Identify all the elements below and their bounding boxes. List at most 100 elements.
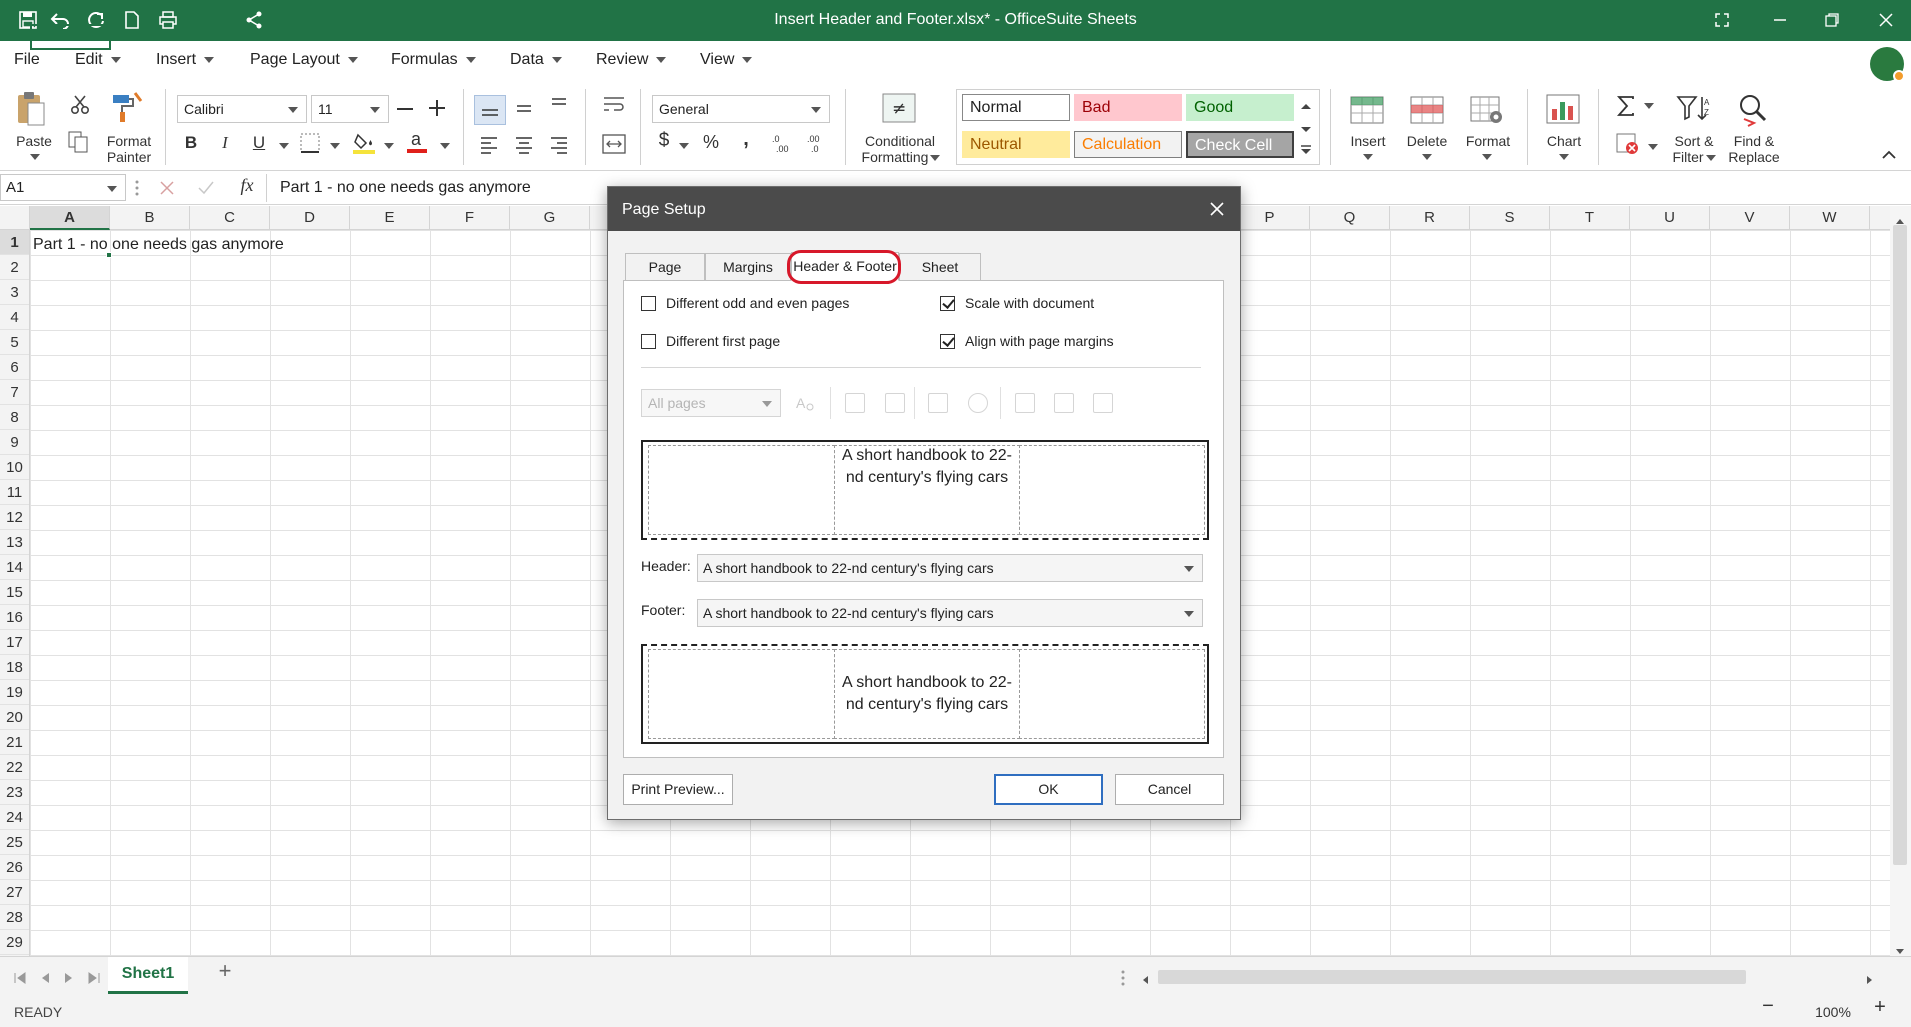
- row-header-12[interactable]: 12: [0, 505, 29, 530]
- column-header-f[interactable]: F: [430, 206, 510, 230]
- insert-cells-icon[interactable]: [1350, 93, 1384, 129]
- increase-font-icon[interactable]: [428, 99, 446, 121]
- row-header-5[interactable]: 5: [0, 330, 29, 355]
- chevron-down-icon[interactable]: [679, 143, 689, 149]
- menu-review[interactable]: Review: [596, 51, 667, 69]
- selected-cell-a1[interactable]: [30, 24, 111, 50]
- column-header-p[interactable]: P: [1230, 206, 1310, 230]
- ok-button[interactable]: OK: [994, 774, 1103, 805]
- row-header-28[interactable]: 28: [0, 905, 29, 930]
- column-header-c[interactable]: C: [190, 206, 270, 230]
- zoom-in-button[interactable]: +: [1872, 997, 1888, 1017]
- format-painter-label[interactable]: Format: [102, 133, 156, 149]
- header-right-section[interactable]: [1019, 445, 1205, 535]
- align-left-icon[interactable]: [479, 135, 499, 159]
- cancel-button[interactable]: Cancel: [1115, 774, 1224, 805]
- minimize-icon[interactable]: [1768, 8, 1792, 32]
- chart-icon[interactable]: [1546, 93, 1580, 129]
- fill-handle[interactable]: [106, 252, 112, 258]
- style-calculation[interactable]: Calculation: [1074, 131, 1182, 158]
- format-cells-button[interactable]: Format: [1462, 133, 1514, 149]
- chevron-down-icon[interactable]: [1422, 154, 1432, 160]
- fill-color-icon[interactable]: [352, 131, 376, 159]
- styles-scroll-down-icon[interactable]: [1300, 121, 1312, 138]
- row-header-8[interactable]: 8: [0, 405, 29, 430]
- decrease-decimal-icon[interactable]: .00.0: [805, 133, 829, 157]
- font-size-select[interactable]: 11: [311, 95, 389, 123]
- collapse-ribbon-icon[interactable]: [1882, 147, 1896, 164]
- column-header-q[interactable]: Q: [1310, 206, 1390, 230]
- menu-view[interactable]: View: [700, 51, 753, 69]
- chevron-down-icon[interactable]: [1706, 155, 1716, 161]
- row-header-10[interactable]: 10: [0, 455, 29, 480]
- chevron-down-icon[interactable]: [1644, 103, 1654, 109]
- tab-page[interactable]: Page: [625, 253, 705, 281]
- row-header-18[interactable]: 18: [0, 655, 29, 680]
- number-format-select[interactable]: General: [652, 95, 830, 123]
- column-header-e[interactable]: E: [350, 206, 430, 230]
- close-icon[interactable]: [1204, 196, 1230, 222]
- scroll-right-icon[interactable]: [1866, 972, 1873, 989]
- insert-function-button[interactable]: fx: [236, 176, 258, 194]
- comma-style-button[interactable]: ,: [738, 129, 754, 149]
- menu-page-layout[interactable]: Page Layout: [250, 51, 358, 69]
- column-header-a[interactable]: A: [30, 206, 110, 230]
- style-neutral[interactable]: Neutral: [962, 131, 1070, 158]
- italic-button[interactable]: I: [216, 134, 234, 151]
- find-replace-label[interactable]: Find &: [1726, 133, 1782, 149]
- chevron-down-icon[interactable]: [930, 155, 940, 161]
- row-header-3[interactable]: 3: [0, 280, 29, 305]
- column-header-w[interactable]: W: [1790, 206, 1870, 230]
- print-preview-button[interactable]: Print Preview...: [623, 774, 733, 805]
- next-sheet-icon[interactable]: [64, 971, 74, 988]
- row-header-6[interactable]: 6: [0, 355, 29, 380]
- chevron-down-icon[interactable]: [330, 143, 340, 149]
- paste-icon[interactable]: [16, 91, 46, 131]
- delete-cells-button[interactable]: Delete: [1402, 133, 1452, 149]
- sort-filter-label[interactable]: Sort &: [1666, 133, 1722, 149]
- zoom-out-button[interactable]: −: [1760, 996, 1776, 1016]
- align-center-icon[interactable]: [514, 135, 534, 159]
- row-header-25[interactable]: 25: [0, 830, 29, 855]
- chevron-down-icon[interactable]: [30, 154, 40, 160]
- chevron-down-icon[interactable]: [1363, 154, 1373, 160]
- first-page-checkbox[interactable]: Different first page: [641, 333, 780, 349]
- underline-button[interactable]: U: [250, 134, 268, 151]
- row-header-27[interactable]: 27: [0, 880, 29, 905]
- chevron-down-icon[interactable]: [440, 143, 450, 149]
- drag-handle-icon[interactable]: [1120, 969, 1126, 991]
- insert-cells-button[interactable]: Insert: [1346, 133, 1390, 149]
- header-select[interactable]: A short handbook to 22-nd century's flyi…: [697, 554, 1203, 582]
- menu-edit[interactable]: Edit: [75, 51, 121, 69]
- align-middle-icon[interactable]: [514, 99, 534, 123]
- row-header-24[interactable]: 24: [0, 805, 29, 830]
- menu-insert[interactable]: Insert: [156, 51, 215, 69]
- align-bottom-icon[interactable]: [549, 95, 569, 119]
- name-box[interactable]: A1: [0, 174, 126, 201]
- checkbox-box-checked[interactable]: [940, 295, 955, 311]
- row-header-17[interactable]: 17: [0, 630, 29, 655]
- chevron-down-icon[interactable]: [279, 143, 289, 149]
- wrap-text-icon[interactable]: [602, 95, 626, 119]
- select-all-corner[interactable]: [0, 206, 30, 230]
- tab-sheet[interactable]: Sheet: [899, 253, 981, 281]
- chevron-down-icon[interactable]: [1648, 144, 1658, 150]
- delete-cells-icon[interactable]: [1410, 93, 1444, 129]
- scroll-left-icon[interactable]: [1142, 972, 1149, 989]
- chevron-down-icon[interactable]: [1559, 154, 1569, 160]
- zoom-level[interactable]: 100%: [1812, 1004, 1854, 1020]
- row-header-22[interactable]: 22: [0, 755, 29, 780]
- odd-even-checkbox[interactable]: Different odd and even pages: [641, 295, 849, 311]
- vertical-scroll-thumb[interactable]: [1893, 225, 1907, 865]
- find-replace-label-2[interactable]: Replace: [1724, 149, 1784, 165]
- column-header-d[interactable]: D: [270, 206, 350, 230]
- tab-margins[interactable]: Margins: [705, 253, 791, 281]
- styles-more-icon[interactable]: [1300, 143, 1312, 160]
- row-header-14[interactable]: 14: [0, 555, 29, 580]
- last-sheet-icon[interactable]: [88, 971, 100, 988]
- horizontal-scroll-thumb[interactable]: [1158, 970, 1746, 984]
- checkbox-box[interactable]: [641, 333, 656, 349]
- merge-cells-icon[interactable]: [602, 133, 626, 159]
- clear-icon[interactable]: [1616, 133, 1640, 159]
- footer-left-section[interactable]: [648, 649, 835, 739]
